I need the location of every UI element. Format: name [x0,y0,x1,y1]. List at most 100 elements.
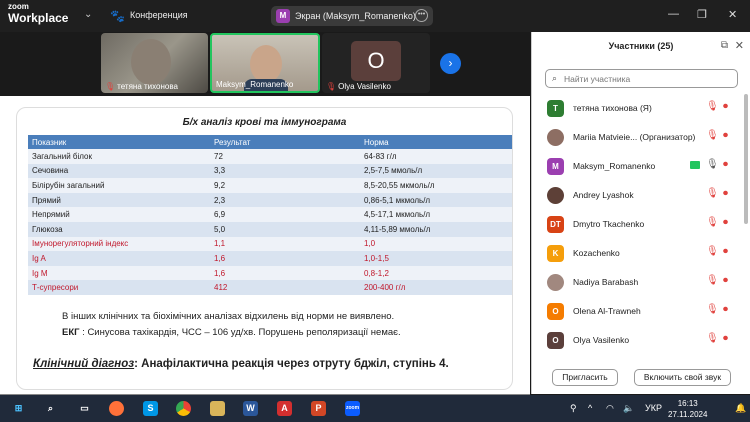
mic-muted-icon[interactable]: 🎙 [706,217,719,228]
table-cell-result: 1,1 [210,236,360,252]
mic-muted-icon[interactable]: 🎙 [706,188,719,199]
table-cell-norm: 4,11-5,89 ммоль/л [360,221,512,237]
table-cell-result: 412 [210,280,360,295]
search-icon: ⌕ [552,73,558,83]
camera-off-icon[interactable]: ⏺ [723,159,728,170]
video-strip: 🎙 тетяна тихонова Maksym_Romanenko O 🎙 Oly… [0,32,530,95]
powerpoint-icon[interactable]: P [311,401,326,416]
tray-chevron-icon[interactable]: ^ [588,403,592,413]
participant-row[interactable]: Andrey Lyashok 🎙 ⏺ [532,181,742,210]
screen-share-avatar: M [276,9,290,23]
task-view-icon[interactable]: ▭ [77,401,92,416]
table-cell-result: 9,2 [210,178,360,193]
participant-row[interactable]: DT Dmytro Tkachenko 🎙 ⏺ [532,210,742,239]
scrollbar[interactable] [744,94,748,224]
camera-off-icon[interactable]: ⏺ [723,217,728,228]
slide-title: Б/х аналіз крові та іммунограма [182,117,347,128]
participant-row[interactable]: Tтетяна тихонова (Я) 🎙 ⏺ [532,94,742,123]
video-tile-tetiana[interactable]: 🎙 тетяна тихонова [101,33,208,93]
mic-muted-icon[interactable]: 🎙 [706,101,719,112]
mic-muted-icon[interactable]: 🎙 [706,304,719,315]
mic-muted-icon[interactable]: 🎙 [706,246,719,257]
chrome-icon[interactable] [176,401,191,416]
next-page-button[interactable]: › [440,53,461,74]
camera-off-icon[interactable]: ⏺ [723,130,728,141]
screen-share-pill[interactable]: M Экран (Maksym_Romanenko) ••• [271,6,433,26]
mic-muted-icon[interactable]: 🎙 [706,130,719,141]
screen-share-icon [690,161,700,169]
conference-label[interactable]: Конференция [130,10,188,20]
camera-off-icon[interactable]: ⏺ [723,188,728,199]
more-options-icon[interactable]: ••• [415,9,428,22]
participant-search[interactable]: ⌕ [545,69,738,88]
table-cell-norm: 64-83 г/л [360,149,512,164]
search-icon[interactable]: ⌕ [43,401,58,416]
search-input[interactable] [564,72,734,86]
windows-start-icon[interactable]: ⊞ [11,401,26,416]
video-tile-maksym[interactable]: Maksym_Romanenko [210,33,320,93]
table-cell-result: 5,0 [210,221,360,237]
file-explorer-icon[interactable] [210,401,225,416]
unmute-button[interactable]: Включить свой звук [634,369,731,386]
table-row: Глюкоза 5,0 4,11-5,89 ммоль/л [28,221,512,237]
network-icon[interactable]: ⚲ [570,403,577,414]
restore-icon[interactable]: ❐ [697,8,707,21]
participant-row[interactable]: Mariia Matvieie... (Организатор) 🎙 ⏺ [532,123,742,152]
word-icon[interactable]: W [243,401,258,416]
table-cell-norm: 0,86-5,1 мкмоль/л [360,192,512,208]
camera-off-icon[interactable]: ⏺ [723,304,728,315]
table-cell-name: Загальний білок [28,149,210,164]
mic-icon[interactable]: 🎙 [706,159,719,170]
participant-row[interactable]: O Olya Vasilenko 🎙 ⏺ [532,326,742,355]
avatar: O [547,332,564,349]
avatar: O [351,41,401,81]
table-row: Ig M 1,6 0,8-1,2 [28,265,512,281]
mic-muted-icon[interactable]: 🎙 [706,333,719,344]
mic-muted-icon[interactable]: 🎙 [706,275,719,286]
participant-name: тетяна тихонова (Я) [573,103,652,113]
table-cell-name: Ig M [28,265,210,281]
table-row: Непрямий 6,9 4,5-17,1 мкмоль/л [28,207,512,222]
participant-name: Olena Al-Trawneh [573,306,641,316]
table-cell-name: Імунорегуляторний індекс [28,236,210,252]
avatar [547,129,564,146]
camera-off-icon[interactable]: ⏺ [723,275,728,286]
participant-row[interactable]: Nadiya Barabash 🎙 ⏺ [532,268,742,297]
camera-off-icon[interactable]: ⏺ [723,246,728,257]
note-ecg: ЕКГ : Синусова тахікардія, ЧСС – 106 уд/… [62,327,401,338]
zoom-taskbar-icon[interactable]: zoom [345,401,360,416]
table-cell-name: Т-супресори [28,280,210,295]
video-tile-olya[interactable]: O 🎙 Olya Vasilenko [322,33,430,93]
participant-name: Dmytro Tkachenko [573,219,645,229]
table-cell-norm: 8,5-20,55 мкмоль/л [360,178,512,193]
speaker-icon[interactable]: 🔈 [623,403,634,414]
zoom-logo: zoom Workplace [8,3,68,25]
firefox-icon[interactable] [109,401,124,416]
screen-share-label: Экран (Maksym_Romanenko) [295,11,416,21]
ecg-label: ЕКГ [62,327,80,338]
participant-row[interactable]: O Olena Al-Trawneh 🎙 ⏺ [532,297,742,326]
close-panel-icon[interactable]: ✕ [735,39,744,52]
skype-icon[interactable]: S [143,401,158,416]
date: 27.11.2024 [668,410,708,419]
camera-off-icon[interactable]: ⏺ [723,333,728,344]
chevron-down-icon[interactable]: ⌄ [84,9,92,20]
close-icon[interactable]: ✕ [728,8,737,21]
invite-button[interactable]: Пригласить [552,369,618,386]
participant-row[interactable]: M Maksym_Romanenko 🎙 ⏺ [532,152,742,181]
video-tile-name: 🎙 Olya Vasilenko [326,82,391,91]
camera-off-icon[interactable]: ⏺ [723,101,728,112]
minimize-icon[interactable]: — [668,8,679,20]
language-indicator[interactable]: УКР [645,403,662,413]
wifi-icon[interactable]: ◠ [606,403,614,414]
clock[interactable]: 16:13 27.11.2024 [668,398,707,420]
participant-row[interactable]: K Kozachenko 🎙 ⏺ [532,239,742,268]
table-cell-result: 3,3 [210,163,360,179]
lab-results-table: Показник Результат Норма Загальний білок… [28,135,512,295]
table-cell-name: Білірубін загальний [28,178,210,193]
time: 16:13 [677,399,698,408]
popout-icon[interactable]: ⧉ [721,40,728,51]
diagnosis-label: Клінічний діагноз [33,358,135,370]
acrobat-icon[interactable]: A [277,401,292,416]
notifications-icon[interactable]: 🔔 [735,403,746,414]
